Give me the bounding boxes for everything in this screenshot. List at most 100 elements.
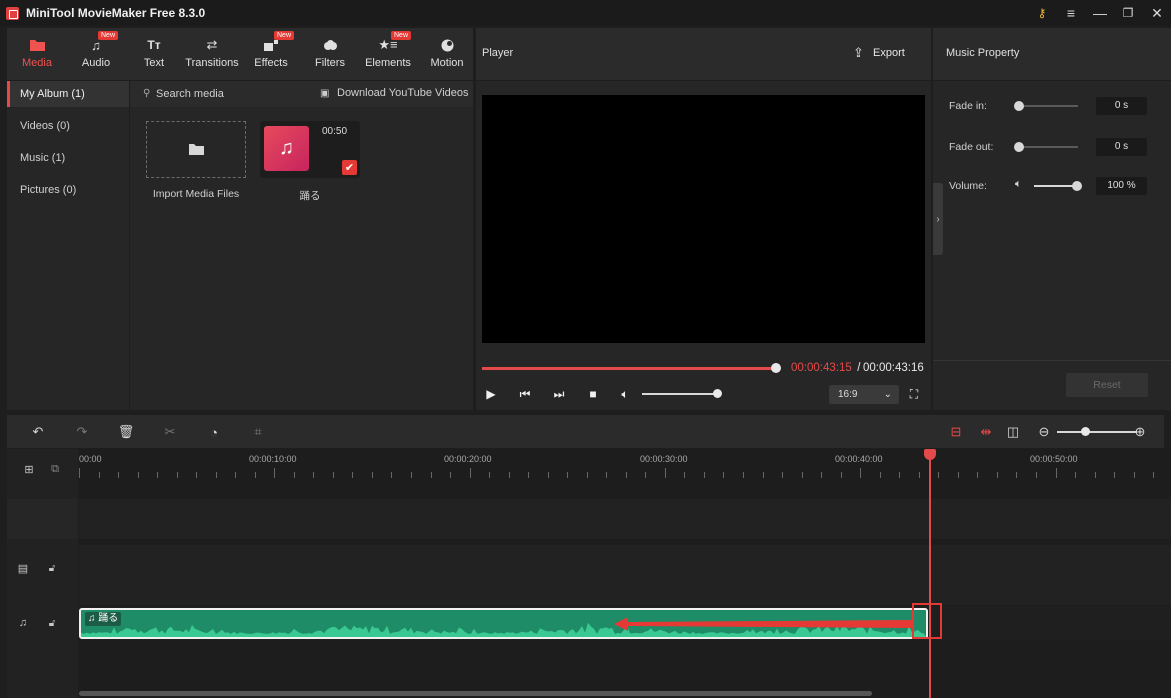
next-frame-icon[interactable]: ⏭: [551, 386, 567, 402]
tab-filters-label: Filters: [315, 57, 345, 69]
audio-split-icon[interactable]: ◫: [1004, 423, 1022, 441]
marker-icon[interactable]: ⊟: [947, 423, 965, 441]
tab-elements[interactable]: ★≡ New Elements: [360, 28, 416, 80]
music-note-icon: ♫: [91, 37, 101, 53]
split-icon[interactable]: ✂: [161, 423, 179, 441]
sidebar-item-videos[interactable]: Videos (0): [7, 113, 129, 139]
play-icon[interactable]: ▶: [483, 386, 499, 402]
volume-label: Volume:: [949, 180, 987, 192]
music-track-icon: ♫: [18, 617, 28, 629]
media-item-name: 踊る: [299, 190, 321, 202]
current-time: 00:00:43:15: [791, 362, 852, 374]
tab-filters[interactable]: Filters: [302, 28, 358, 80]
lock-icon[interactable]: 🔓︎: [45, 616, 59, 630]
new-badge: New: [274, 31, 295, 40]
fade-in-slider[interactable]: [1018, 105, 1078, 107]
tab-audio[interactable]: ♫ New Audio: [68, 28, 124, 80]
fade-in-value[interactable]: 0 s: [1096, 97, 1147, 115]
media-item-music[interactable]: ♫ 00:50 ✔: [260, 121, 360, 178]
folder-icon: [189, 144, 204, 155]
key-icon[interactable]: ⚷: [1028, 0, 1056, 26]
track-headers: ⊞ ⧉ ▤ 🔓︎ ♫ 🔓︎: [7, 449, 78, 698]
sidebar-item-my-album[interactable]: My Album (1): [7, 81, 129, 107]
tab-motion-label: Motion: [430, 57, 464, 69]
tab-effects[interactable]: New Effects: [243, 28, 299, 80]
effects-icon: [263, 38, 279, 52]
progress-handle[interactable]: [771, 363, 781, 373]
copy-track-icon[interactable]: ⧉: [48, 462, 62, 476]
playback-progress[interactable]: [482, 367, 776, 370]
timeline-area: 00:00 00:00:10:00 00:00:20:00 00:00:30:0…: [79, 449, 1171, 698]
lock-icon[interactable]: 🔓︎: [45, 561, 59, 575]
sidebar-item-music[interactable]: Music (1): [7, 145, 129, 171]
ruler-label: 00:00:30:00: [640, 454, 688, 464]
ruler-label: 00:00:50:00: [1030, 454, 1078, 464]
volume-handle[interactable]: [713, 389, 722, 398]
speed-icon[interactable]: ◔: [205, 423, 223, 441]
volume-icon[interactable]: 🔈︎: [617, 386, 633, 402]
volume-slider[interactable]: [642, 393, 718, 395]
redo-icon[interactable]: ↷: [73, 423, 91, 441]
search-input[interactable]: Search media: [156, 88, 224, 100]
fade-out-value[interactable]: 0 s: [1096, 138, 1147, 156]
export-button[interactable]: Export: [873, 47, 905, 59]
tab-transitions[interactable]: ⇄ Transitions: [184, 28, 240, 80]
audio-clip-name: 踊る: [98, 613, 119, 624]
motion-icon: [439, 38, 455, 52]
fade-in-handle[interactable]: [1014, 101, 1024, 111]
checkmark-icon[interactable]: ✔: [342, 160, 357, 175]
tab-motion[interactable]: Motion: [419, 28, 475, 80]
fade-out-slider[interactable]: [1018, 146, 1078, 148]
zoom-handle[interactable]: [1081, 427, 1090, 436]
import-media-label: Import Media Files: [152, 188, 240, 200]
sidebar-item-pictures[interactable]: Pictures (0): [7, 177, 129, 203]
undo-icon[interactable]: ↶: [29, 423, 47, 441]
maximize-button[interactable]: ❐: [1114, 0, 1142, 26]
menu-button[interactable]: ≡: [1057, 0, 1085, 26]
snap-icon[interactable]: ⇹: [977, 423, 995, 441]
tab-text[interactable]: Tт Text: [126, 28, 182, 80]
drag-arrow: [614, 617, 914, 631]
fullscreen-icon[interactable]: ⛶: [906, 386, 922, 402]
download-youtube-button[interactable]: Download YouTube Videos: [337, 87, 469, 99]
search-row: ⚲ Search media ▣ Download YouTube Videos: [130, 81, 473, 107]
player-title: Player: [482, 47, 514, 59]
fade-out-handle[interactable]: [1014, 142, 1024, 152]
aspect-ratio-select[interactable]: 16:9 ⌄: [829, 385, 899, 404]
timeline-ruler[interactable]: 00:00 00:00:10:00 00:00:20:00 00:00:30:0…: [79, 449, 1171, 479]
close-button[interactable]: ✕: [1143, 0, 1171, 26]
chevron-down-icon: ⌄: [883, 389, 892, 400]
filters-icon: [322, 38, 338, 52]
volume-value[interactable]: 100 %: [1096, 177, 1147, 195]
video-preview: [482, 95, 925, 343]
zoom-out-icon[interactable]: ⊖: [1035, 423, 1053, 441]
crop-icon[interactable]: ⌗: [249, 423, 267, 441]
delete-icon[interactable]: 🗑︎: [117, 423, 135, 441]
tab-media[interactable]: Media: [9, 28, 65, 80]
import-media-button[interactable]: [146, 121, 246, 178]
zoom-slider[interactable]: [1057, 431, 1137, 433]
tab-media-label: Media: [22, 57, 52, 69]
search-icon: ⚲: [143, 88, 151, 99]
chevron-right-icon[interactable]: ›: [933, 183, 943, 255]
previous-frame-icon[interactable]: ⏮: [517, 386, 533, 402]
ruler-label: 00:00:40:00: [835, 454, 883, 464]
tab-audio-label: Audio: [81, 57, 111, 69]
property-header: Music Property: [933, 28, 1171, 80]
empty-track-header: [7, 499, 78, 539]
app-title: MiniTool MovieMaker Free 8.3.0: [26, 6, 206, 20]
ruler-label: 00:00: [79, 454, 102, 464]
add-track-icon[interactable]: ⊞: [22, 462, 36, 476]
folder-icon: [29, 38, 45, 52]
reset-button[interactable]: Reset: [1066, 373, 1148, 397]
new-badge: New: [98, 31, 119, 40]
ruler-label: 00:00:10:00: [249, 454, 297, 464]
property-volume-handle[interactable]: [1072, 181, 1082, 191]
minimize-button[interactable]: —: [1086, 0, 1114, 26]
stop-icon[interactable]: ■: [585, 386, 601, 402]
video-track[interactable]: [79, 545, 1171, 605]
zoom-in-icon[interactable]: ⊕: [1131, 423, 1149, 441]
playhead[interactable]: [929, 457, 931, 698]
timeline-scrollbar[interactable]: [79, 691, 872, 696]
music-property-panel: Fade in: 0 s Fade out: 0 s Volume: 🔈︎ 10…: [933, 81, 1171, 410]
